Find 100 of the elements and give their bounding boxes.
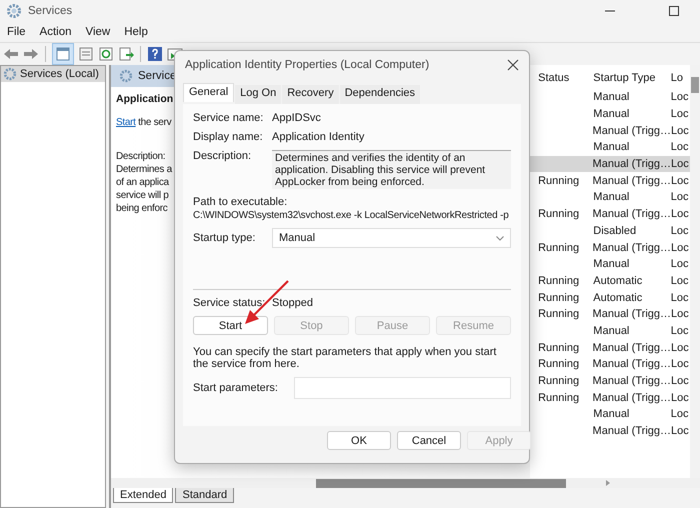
table-cell-text: Running <box>537 392 580 404</box>
table-cell-text: Loc <box>671 124 690 137</box>
table-cell: Manual (Trigg… <box>592 242 671 254</box>
table-row[interactable]: Running Manual (Trigg…Loc <box>530 389 690 406</box>
table-row[interactable]: Manual Loc <box>530 322 690 340</box>
window-title: Services <box>28 5 72 17</box>
table-cell-text: Loc <box>671 242 690 254</box>
column-header[interactable]: Startup Type <box>593 72 671 84</box>
table-cell-text: Disabled <box>593 224 638 237</box>
table-row[interactable]: Manual Loc <box>530 256 690 273</box>
table-cell-text: Manual <box>593 108 630 120</box>
menu-item[interactable]: Help <box>124 26 148 38</box>
table-row[interactable]: Manual Loc <box>530 406 690 423</box>
table-cell: Manual (Trigg… <box>592 342 671 354</box>
table-cell-text: Manual <box>593 191 630 204</box>
status-value: Stopped <box>272 297 313 309</box>
table-cell-text: Loc <box>670 108 690 120</box>
export-icon[interactable] <box>118 46 134 62</box>
table-cell-text: Loc <box>670 224 690 237</box>
table-row[interactable]: Manual Loc <box>530 89 690 106</box>
table-row[interactable]: Manual (Trigg…Loc <box>530 422 690 440</box>
field-label: Path to executable: <box>193 196 288 208</box>
table-row[interactable]: Manual (Trigg…Loc <box>530 156 690 172</box>
description-text: Determines a <box>116 164 172 175</box>
table-cell-text: Automatic <box>593 274 644 287</box>
dialog-button[interactable]: OK <box>327 431 391 450</box>
table-cell-text: Loc <box>670 292 690 304</box>
start-text: the serv <box>138 117 172 128</box>
table-cell-text: Manual <box>593 408 630 420</box>
table-row[interactable]: Running Manual (Trigg…Loc <box>530 239 690 256</box>
console-tree-icon[interactable] <box>52 43 74 65</box>
table-cell: Manual (Trigg… <box>592 158 671 170</box>
menu-item[interactable]: File <box>7 26 26 38</box>
table-cell-text: Loc <box>670 191 690 204</box>
table-cell-text: Loc <box>670 141 690 154</box>
table-cell: Manual (Trigg… <box>592 358 671 370</box>
table-row[interactable]: Running Manual (Trigg…Loc <box>530 306 690 323</box>
dialog-tab[interactable]: General <box>183 83 234 102</box>
table-cell-text: Manual <box>593 324 630 337</box>
service-control-button[interactable]: Start <box>193 316 268 335</box>
table-cell: Manual (Trigg… <box>592 392 671 404</box>
description-text: of an applica <box>116 177 169 188</box>
field-label: Startup type: <box>193 232 256 244</box>
field-value: Application Identity <box>272 131 364 143</box>
table-cell-text: Loc <box>671 158 690 170</box>
help-icon[interactable] <box>147 46 163 62</box>
gear-icon <box>6 3 22 19</box>
maximize-icon[interactable] <box>668 5 680 17</box>
table-row[interactable]: Running Manual (Trigg…Loc <box>530 356 690 373</box>
table-cell-text: Loc <box>671 208 690 220</box>
table-row[interactable]: Running Automatic Loc <box>530 272 690 290</box>
table-cell-text: Loc <box>670 91 690 104</box>
table-row[interactable]: Running Manual (Trigg…Loc <box>530 206 690 222</box>
description-field: Determines and verifies the identity of an application. Disabling this service will prevent AppLocker from being enforced. <box>272 150 511 189</box>
table-row[interactable]: Running Manual (Trigg…Loc <box>530 172 690 190</box>
view-tab[interactable]: Extended <box>113 488 174 503</box>
dialog-button[interactable]: Cancel <box>397 431 461 450</box>
gear-icon <box>3 67 17 81</box>
column-header[interactable]: Lo <box>670 72 690 84</box>
table-cell-text: Running <box>537 242 580 254</box>
back-arrow-icon[interactable] <box>3 47 19 61</box>
start-link[interactable]: Start <box>116 117 136 128</box>
startup-type-dropdown[interactable]: Manual <box>272 228 511 248</box>
table-cell-text: Loc <box>670 274 690 287</box>
table-row[interactable]: Manual (Trigg…Loc <box>530 122 690 140</box>
table-row[interactable]: Running Manual (Trigg…Loc <box>530 372 690 390</box>
close-icon[interactable] <box>507 59 519 71</box>
view-tab[interactable]: Standard <box>175 488 234 503</box>
scroll-right-icon[interactable] <box>606 480 610 486</box>
table-cell-text: Running <box>537 308 580 320</box>
description-label: Description: <box>116 151 166 162</box>
field-label: Service name: <box>193 112 264 124</box>
path-text: C:\WINDOWS\system32\svchost.exe -k LocalServiceNetworkRestricted -p <box>193 210 510 221</box>
table-row[interactable]: Running Manual (Trigg…Loc <box>530 339 690 356</box>
description-text: being enforc <box>116 203 168 214</box>
forward-arrow-icon[interactable] <box>23 47 39 61</box>
table-row[interactable]: Disabled Loc <box>530 222 690 240</box>
table-row[interactable]: Manual Loc <box>530 189 690 206</box>
field-label: Start parameters: <box>193 382 278 394</box>
field-value: AppIDSvc <box>272 112 321 124</box>
table-cell: Manual (Trigg… <box>592 308 671 320</box>
dialog-tab[interactable]: Dependencies <box>340 85 420 104</box>
dialog-tab[interactable]: Recovery <box>282 85 339 104</box>
start-parameters-field[interactable] <box>294 377 511 399</box>
table-cell-text: Running <box>537 274 580 287</box>
column-header[interactable]: Status <box>530 72 594 84</box>
table-row[interactable]: Manual Loc <box>530 106 690 122</box>
dialog-tab[interactable]: Log On <box>235 85 282 104</box>
properties-icon[interactable] <box>78 46 94 62</box>
table-cell-text: Running <box>537 342 580 354</box>
tree-item[interactable]: Services (Local) <box>1 66 105 82</box>
field-label: Description: <box>193 150 252 162</box>
refresh-icon[interactable] <box>98 46 114 62</box>
menu-item[interactable]: Action <box>40 26 72 38</box>
menu-item[interactable]: View <box>86 26 110 38</box>
table-cell-text: Loc <box>670 324 690 337</box>
table-row[interactable]: Manual Loc <box>530 139 690 156</box>
table-cell-text: Manual <box>593 258 630 270</box>
table-row[interactable]: Running Automatic Loc <box>530 289 690 306</box>
field-label: Display name: <box>193 131 264 143</box>
